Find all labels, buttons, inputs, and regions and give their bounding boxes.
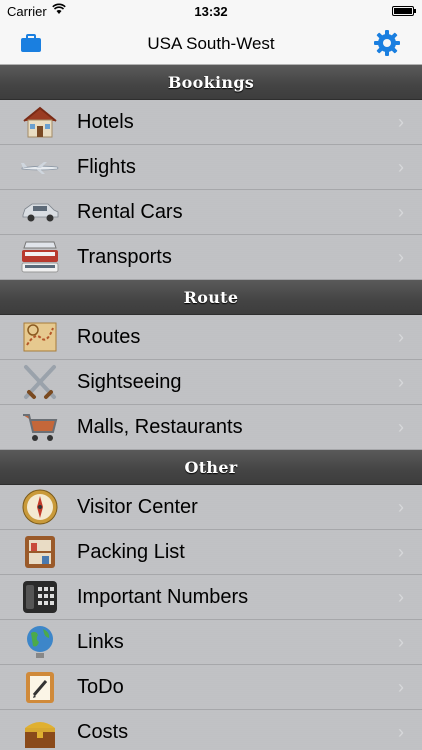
menu-item-label: Hotels	[77, 111, 134, 133]
menu-item-label: Sightseeing	[77, 371, 182, 393]
gear-icon	[374, 30, 400, 56]
chevron-right-icon: ›	[398, 202, 404, 222]
chevron-right-icon: ›	[398, 327, 404, 347]
treasure-chest-icon	[20, 715, 60, 749]
chevron-right-icon: ›	[398, 677, 404, 697]
menu-item-important-numbers[interactable]: Important Numbers ›	[0, 575, 422, 620]
menu-item-label: Rental Cars	[77, 201, 183, 223]
section-header-other: Other	[0, 450, 422, 485]
shopping-cart-icon	[20, 410, 60, 444]
menu-item-transports[interactable]: Transports ›	[0, 235, 422, 280]
menu-item-label: Transports	[77, 246, 172, 268]
chevron-right-icon: ›	[398, 247, 404, 267]
menu-item-sightseeing[interactable]: Sightseeing ›	[0, 360, 422, 405]
section-header-route: Route	[0, 280, 422, 315]
bus-icon	[20, 240, 60, 274]
settings-button[interactable]	[374, 30, 400, 56]
compass-icon	[20, 489, 60, 525]
section-header-bookings: Bookings	[0, 65, 422, 100]
menu-list: Bookings Hotels › Flights › Rental Cars …	[0, 65, 422, 750]
shelf-icon	[20, 535, 60, 569]
chevron-right-icon: ›	[398, 417, 404, 437]
status-time: 13:32	[194, 4, 228, 19]
globe-icon	[20, 625, 60, 659]
chevron-right-icon: ›	[398, 372, 404, 392]
chevron-right-icon: ›	[398, 587, 404, 607]
menu-item-links[interactable]: Links ›	[0, 620, 422, 665]
house-icon	[20, 105, 60, 139]
menu-item-costs[interactable]: Costs ›	[0, 710, 422, 750]
chevron-right-icon: ›	[398, 112, 404, 132]
page-title: USA South-West	[147, 34, 275, 53]
chevron-right-icon: ›	[398, 542, 404, 562]
menu-item-label: Visitor Center	[77, 496, 198, 518]
menu-item-label: Costs	[77, 721, 129, 743]
menu-item-label: Routes	[77, 326, 141, 348]
menu-item-label: Flights	[77, 156, 136, 178]
status-bar: Carrier 13:32	[0, 0, 422, 22]
chevron-right-icon: ›	[398, 632, 404, 652]
airplane-icon	[20, 150, 60, 184]
menu-item-label: Links	[77, 631, 124, 653]
menu-item-packing-list[interactable]: Packing List ›	[0, 530, 422, 575]
menu-item-label: Malls, Restaurants	[77, 416, 243, 438]
chevron-right-icon: ›	[398, 722, 404, 742]
chevron-right-icon: ›	[398, 497, 404, 517]
menu-item-flights[interactable]: Flights ›	[0, 145, 422, 190]
menu-item-routes[interactable]: Routes ›	[0, 315, 422, 360]
notepad-icon	[20, 670, 60, 704]
menu-item-malls-restaurants[interactable]: Malls, Restaurants ›	[0, 405, 422, 450]
menu-item-label: ToDo	[77, 676, 124, 698]
map-icon	[20, 320, 60, 354]
navigation-bar: USA South-West	[0, 22, 422, 65]
menu-item-visitor-center[interactable]: Visitor Center ›	[0, 485, 422, 530]
crossed-swords-icon	[20, 365, 60, 399]
car-icon	[20, 195, 60, 229]
menu-item-hotels[interactable]: Hotels ›	[0, 100, 422, 145]
chevron-right-icon: ›	[398, 157, 404, 177]
menu-item-todo[interactable]: ToDo ›	[0, 665, 422, 710]
menu-item-label: Important Numbers	[77, 586, 249, 608]
phone-icon	[20, 580, 60, 614]
menu-item-label: Packing List	[77, 541, 185, 563]
battery-icon	[392, 6, 416, 16]
menu-item-rental-cars[interactable]: Rental Cars ›	[0, 190, 422, 235]
